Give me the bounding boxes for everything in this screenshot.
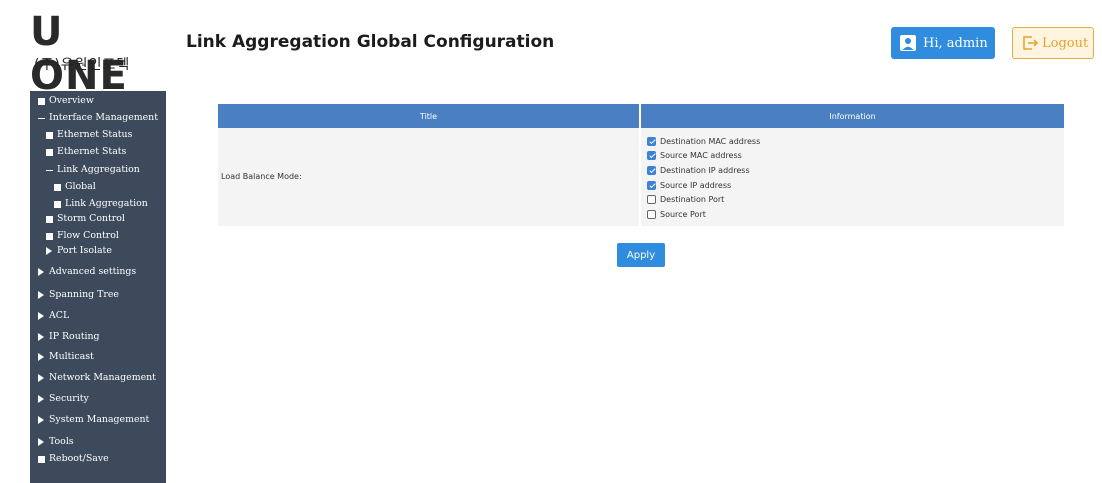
sidebar-item-spanning-tree[interactable]: Spanning Tree: [38, 289, 119, 301]
square-icon: [46, 148, 53, 156]
logout-icon: [1023, 36, 1039, 50]
square-icon: [38, 455, 45, 463]
triangle-right-icon: [38, 395, 44, 403]
user-greeting: Hi, admin: [923, 35, 988, 51]
option-label: Destination Port: [660, 195, 725, 205]
config-table: Title Information Load Balance Mode: Des…: [218, 104, 1064, 226]
minus-icon: [46, 169, 53, 171]
option-destination-ip[interactable]: Destination IP address: [647, 163, 1064, 178]
sidebar-item-acl[interactable]: ACL: [38, 310, 69, 322]
sidebar-item-link-aggregation[interactable]: Link Aggregation: [46, 164, 140, 176]
sidebar-item-reboot-save[interactable]: Reboot/Save: [38, 453, 109, 465]
triangle-right-icon: [38, 353, 44, 361]
option-destination-mac[interactable]: Destination MAC address: [647, 134, 1064, 149]
sidebar-item-port-isolate[interactable]: Port Isolate: [46, 245, 112, 257]
sidebar-item-label: Advanced settings: [49, 266, 137, 277]
destination-ip-checkbox[interactable]: [647, 165, 656, 175]
sidebar-item-label: Link Aggregation: [65, 198, 148, 209]
option-label: Destination MAC address: [660, 136, 761, 146]
sidebar-item-security[interactable]: Security: [38, 393, 89, 405]
sidebar-nav: Overview Interface Management Ethernet S…: [30, 91, 166, 483]
sidebar-item-overview[interactable]: Overview: [38, 95, 94, 107]
sidebar-item-link-aggregation-sub[interactable]: Link Aggregation: [54, 198, 148, 210]
user-account-button[interactable]: Hi, admin: [891, 27, 995, 59]
triangle-right-icon: [38, 268, 44, 276]
sidebar-item-label: Storm Control: [57, 213, 125, 224]
apply-button[interactable]: Apply: [617, 243, 665, 267]
triangle-right-icon: [38, 438, 44, 446]
option-label: Destination IP address: [660, 165, 750, 175]
sidebar-item-label: Overview: [49, 95, 94, 106]
sidebar-item-label: System Management: [49, 414, 150, 425]
square-icon: [46, 232, 53, 240]
sidebar-item-interface-management[interactable]: Interface Management: [38, 112, 158, 124]
table-row: Load Balance Mode: Destination MAC addre…: [218, 128, 1064, 226]
sidebar-item-multicast[interactable]: Multicast: [38, 351, 94, 363]
company-logo: U ONE (주)유원인포텍: [30, 10, 170, 98]
destination-port-checkbox[interactable]: [647, 195, 656, 205]
square-icon: [38, 97, 45, 105]
sidebar-item-label: IP Routing: [49, 331, 100, 342]
source-port-checkbox[interactable]: [647, 209, 656, 219]
source-mac-checkbox[interactable]: [647, 151, 656, 161]
sidebar-item-flow-control[interactable]: Flow Control: [46, 230, 119, 242]
sidebar-item-storm-control[interactable]: Storm Control: [46, 213, 125, 225]
sidebar-item-global[interactable]: Global: [54, 181, 96, 193]
sidebar-item-label: ACL: [49, 310, 70, 321]
triangle-right-icon: [46, 247, 52, 255]
sidebar-item-tools[interactable]: Tools: [38, 436, 74, 448]
sidebar-item-network-management[interactable]: Network Management: [38, 372, 156, 384]
triangle-right-icon: [38, 416, 44, 424]
sidebar-item-advanced-settings[interactable]: Advanced settings: [38, 266, 136, 278]
sidebar-item-label: Spanning Tree: [49, 289, 119, 300]
square-icon: [46, 131, 53, 139]
sidebar-item-label: Ethernet Stats: [57, 146, 127, 157]
square-icon: [54, 183, 61, 191]
sidebar-item-ethernet-status[interactable]: Ethernet Status: [46, 129, 132, 141]
sidebar-item-label: Ethernet Status: [57, 129, 133, 140]
load-balance-options: Destination MAC address Source MAC addre…: [640, 128, 1064, 226]
triangle-right-icon: [38, 374, 44, 382]
sidebar-item-label: Link Aggregation: [57, 164, 140, 175]
logout-label: Logout: [1042, 35, 1089, 51]
load-balance-mode-label: Load Balance Mode:: [218, 128, 641, 226]
option-label: Source MAC address: [660, 151, 742, 161]
triangle-right-icon: [38, 333, 44, 341]
logout-button[interactable]: Logout: [1012, 27, 1094, 59]
option-source-ip[interactable]: Source IP address: [647, 178, 1064, 193]
option-label: Source Port: [660, 209, 706, 219]
triangle-right-icon: [38, 291, 44, 299]
sidebar-item-label: Global: [65, 181, 96, 192]
page-title: Link Aggregation Global Configuration: [186, 32, 555, 52]
column-header-information: Information: [640, 104, 1064, 128]
sidebar-item-ethernet-stats[interactable]: Ethernet Stats: [46, 146, 126, 158]
option-source-mac[interactable]: Source MAC address: [647, 149, 1064, 164]
option-label: Source IP address: [660, 180, 732, 190]
triangle-right-icon: [38, 312, 44, 320]
sidebar-item-ip-routing[interactable]: IP Routing: [38, 331, 100, 343]
option-source-port[interactable]: Source Port: [647, 207, 1064, 222]
sidebar-item-label: Interface Management: [49, 112, 158, 123]
logo-subtitle: (주)유원인포텍: [34, 57, 131, 73]
square-icon: [46, 215, 53, 223]
destination-mac-checkbox[interactable]: [647, 136, 656, 146]
sidebar-item-label: Multicast: [49, 351, 94, 362]
source-ip-checkbox[interactable]: [647, 180, 656, 190]
sidebar-item-label: Security: [49, 393, 89, 404]
sidebar-item-label: Tools: [49, 436, 74, 447]
sidebar-item-label: Network Management: [49, 372, 156, 383]
option-destination-port[interactable]: Destination Port: [647, 192, 1064, 207]
minus-icon: [38, 117, 45, 119]
square-icon: [54, 200, 61, 208]
column-header-title: Title: [218, 104, 641, 128]
user-icon: [900, 35, 916, 51]
sidebar-item-label: Flow Control: [57, 230, 119, 241]
sidebar-item-label: Port Isolate: [57, 245, 112, 256]
sidebar-item-system-management[interactable]: System Management: [38, 414, 149, 426]
sidebar-item-label: Reboot/Save: [49, 453, 109, 464]
